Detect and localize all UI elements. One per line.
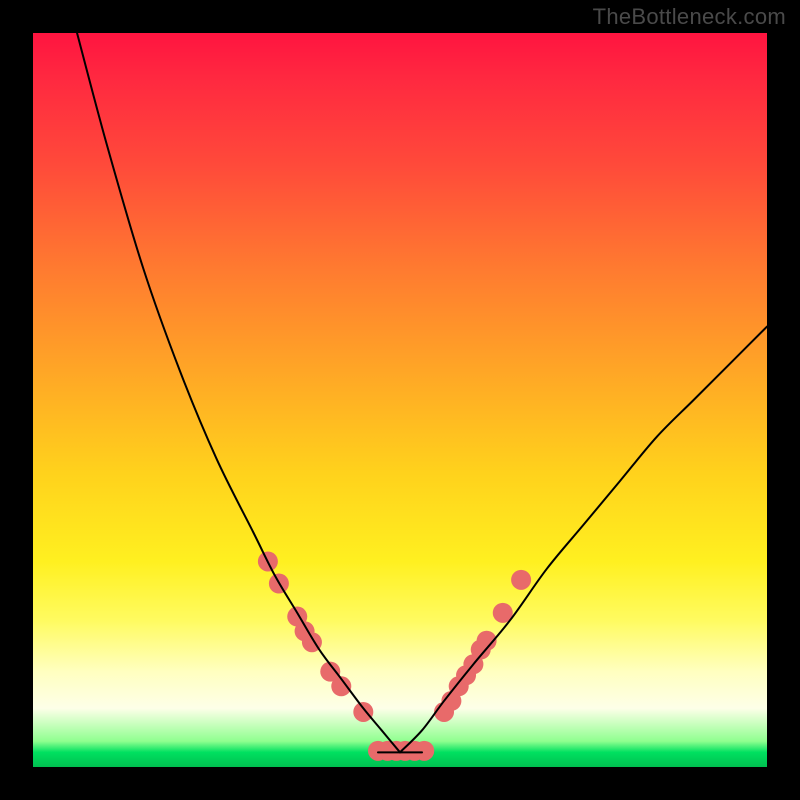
curve-left-branch bbox=[77, 33, 400, 752]
marker-point bbox=[353, 702, 373, 722]
curve-layer bbox=[77, 33, 767, 752]
watermark-text: TheBottleneck.com bbox=[593, 4, 786, 30]
marker-point bbox=[414, 741, 434, 761]
chart-svg bbox=[33, 33, 767, 767]
marker-point bbox=[511, 570, 531, 590]
curve-right-branch bbox=[400, 327, 767, 753]
marker-layer bbox=[258, 551, 531, 760]
plot-area bbox=[33, 33, 767, 767]
chart-frame: TheBottleneck.com bbox=[0, 0, 800, 800]
